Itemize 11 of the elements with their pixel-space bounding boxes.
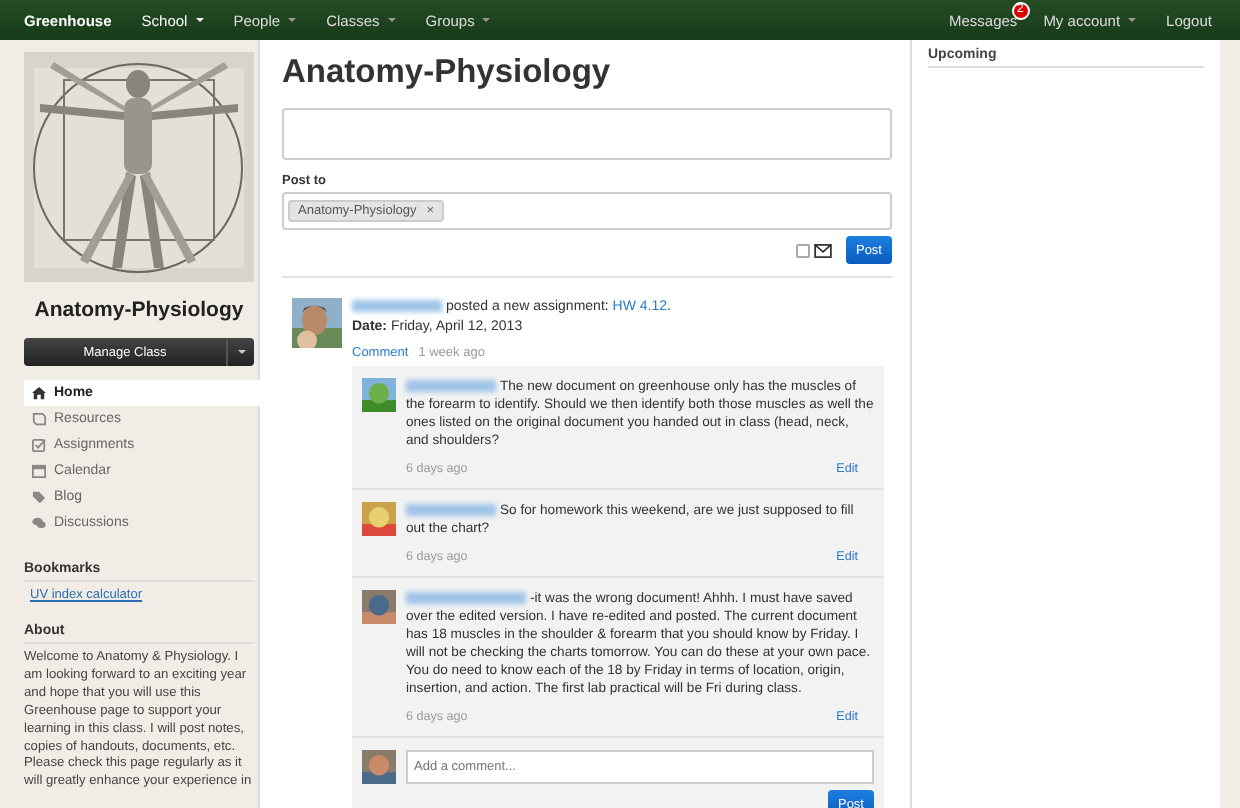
post-text-field[interactable] xyxy=(282,108,892,160)
chat-icon xyxy=(32,516,46,530)
email-checkbox[interactable] xyxy=(795,243,810,257)
envelope-icon xyxy=(813,243,832,257)
checkbox-icon xyxy=(32,438,46,452)
page-title: Anatomy-Physiology xyxy=(282,54,613,92)
tag-icon xyxy=(32,490,46,504)
home-icon xyxy=(32,386,46,400)
calendar-icon xyxy=(32,464,46,478)
blurred-name xyxy=(352,300,442,313)
class-title: Anatomy-Physiology xyxy=(32,298,246,322)
